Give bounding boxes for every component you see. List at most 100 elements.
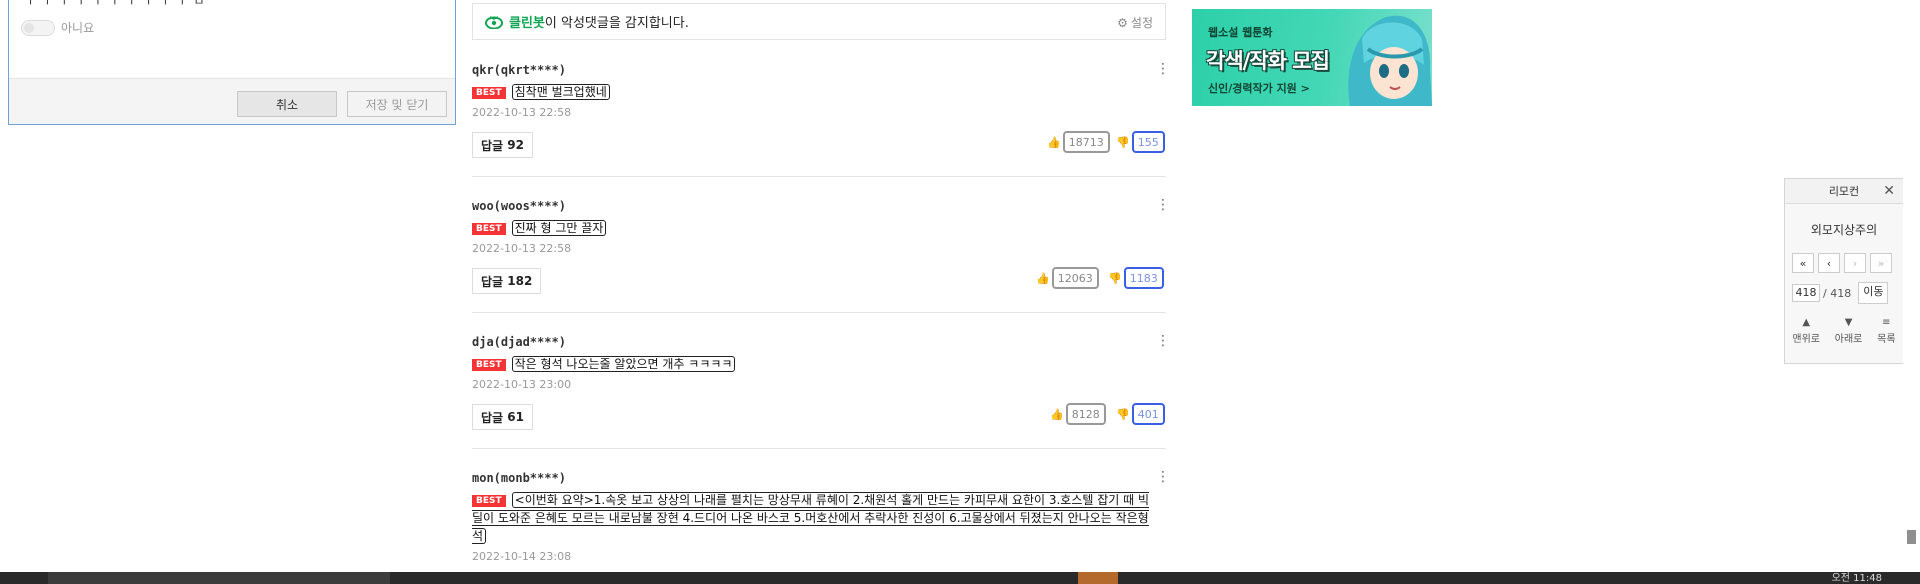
best-badge: BEST <box>472 86 506 99</box>
scrollbar-thumb[interactable] <box>1907 530 1916 544</box>
thumbs-up-icon: 👍 <box>1050 407 1064 421</box>
reply-label: 답글 <box>481 138 504 153</box>
reply-label: 답글 <box>481 410 504 425</box>
comment-text-row: BEST 진짜 형 그만 끌자 <box>472 219 1162 237</box>
like-button[interactable]: 👍 12063 <box>1036 265 1099 291</box>
remote-footer: ▲ 맨위로 ▼ 아래로 ≡ 목록 <box>1785 317 1903 345</box>
like-count: 12063 <box>1051 267 1099 289</box>
prev-episode-button[interactable]: ‹ <box>1818 253 1840 273</box>
dislike-count: 401 <box>1131 403 1165 425</box>
reply-count: 92 <box>507 138 524 152</box>
list-button[interactable]: ≡ 목록 <box>1877 317 1895 345</box>
comment-author[interactable]: mon(monb****) <box>472 471 566 485</box>
reply-label: 답글 <box>481 274 504 289</box>
ad-character-illustration <box>1348 15 1432 106</box>
comment-author[interactable]: woo(woos****) <box>472 199 566 213</box>
comment-text-row: BEST 침착맨 벌크업했네 <box>472 83 1162 101</box>
remote-header: 리모컨 ✕ <box>1785 179 1903 204</box>
cleanbot-brand: 클린봇 <box>509 16 545 31</box>
dislike-button[interactable]: 👎 155 <box>1116 129 1165 155</box>
toggle-row: 아니요 <box>21 19 94 36</box>
comment-author[interactable]: qkr(qkrt****) <box>472 63 566 77</box>
episode-total: / 418 <box>1823 286 1852 300</box>
remote-series-title[interactable]: 외모지상주의 <box>1785 221 1903 238</box>
like-count: 8128 <box>1065 403 1106 425</box>
comment-date: 2022-10-13 23:00 <box>472 378 572 391</box>
dislike-button[interactable]: 👎 1183 <box>1108 265 1164 291</box>
page-scrollbar[interactable] <box>1903 0 1920 572</box>
reply-button[interactable]: 답글 61 <box>472 404 533 430</box>
more-options-icon[interactable]: ⋮ <box>1156 334 1170 348</box>
toggle-switch[interactable] <box>21 19 55 36</box>
taskbar-clock: 오전 11:48 <box>1831 573 1882 584</box>
thumbs-down-icon: 👎 <box>1108 271 1122 285</box>
list-label: 목록 <box>1877 334 1896 345</box>
remote-page-jump: 418 / 418 이동 <box>1785 282 1903 304</box>
dislike-count: 155 <box>1131 131 1165 153</box>
last-episode-button[interactable]: » <box>1870 253 1892 273</box>
like-count: 18713 <box>1062 131 1110 153</box>
ad-headline: 각색/작화 모집 <box>1206 49 1330 73</box>
comment-date: 2022-10-14 23:08 <box>472 550 572 563</box>
taskbar-search-box[interactable] <box>48 572 390 584</box>
comment-author[interactable]: dja(djad****) <box>472 335 566 349</box>
like-button[interactable]: 👍 8128 <box>1050 401 1106 427</box>
comment-divider <box>472 176 1166 177</box>
toggle-label: 아니요 <box>61 21 95 35</box>
dialog-cut-text: ㅜ ㅜ ㅜ ㅜ ㅜ ㅜ ㅜ ㅜ ㅜ ㅜ ㅁ <box>25 0 206 8</box>
reply-button[interactable]: 답글 92 <box>472 132 533 158</box>
gear-icon: ⚙ <box>1117 15 1128 30</box>
ad-subtext: 신인/경력작가 지원 > <box>1208 82 1310 95</box>
remote-control-panel: 리모컨 ✕ 외모지상주의 « ‹ › » 418 / 418 이동 ▲ 맨위로 ▼… <box>1784 178 1904 364</box>
ad-banner[interactable]: 웹소설 웹툰화 각색/작화 모집 신인/경력작가 지원 > <box>1192 9 1432 106</box>
taskbar: 오전 11:48 <box>0 572 1920 584</box>
settings-dialog: ㅜ ㅜ ㅜ ㅜ ㅜ ㅜ ㅜ ㅜ ㅜ ㅜ ㅁ 아니요 취소 저장 및 닫기 <box>8 0 456 125</box>
scroll-bottom-label: 아래로 <box>1834 334 1863 345</box>
comment-text: 진짜 형 그만 끌자 <box>511 220 607 236</box>
comment-text-row: BEST 작은 형석 나오는줄 알았으면 개추 ㅋㅋㅋㅋ <box>472 355 1162 373</box>
cancel-button[interactable]: 취소 <box>237 91 337 117</box>
best-badge: BEST <box>472 358 506 371</box>
save-close-button[interactable]: 저장 및 닫기 <box>347 91 447 117</box>
cleanbot-icon <box>485 15 503 29</box>
caret-down-icon: ▼ <box>1844 317 1853 328</box>
cleanbot-message: 이 악성댓글을 감지합니다. <box>544 16 689 31</box>
remote-nav: « ‹ › » <box>1785 253 1903 273</box>
cleanbot-bar: 클린봇 이 악성댓글을 감지합니다. ⚙ 설정 <box>472 3 1166 40</box>
like-button[interactable]: 👍 18713 <box>1047 129 1110 155</box>
comment-date: 2022-10-13 22:58 <box>472 106 572 119</box>
close-icon[interactable]: ✕ <box>1883 183 1895 199</box>
first-episode-button[interactable]: « <box>1792 253 1814 273</box>
dislike-button[interactable]: 👎 401 <box>1116 401 1165 427</box>
scroll-top-button[interactable]: ▲ 맨위로 <box>1792 317 1820 345</box>
next-episode-button[interactable]: › <box>1844 253 1866 273</box>
dislike-count: 1183 <box>1123 267 1164 289</box>
toggle-knob <box>24 22 34 33</box>
taskbar-active-app[interactable] <box>1078 572 1118 584</box>
best-badge: BEST <box>472 494 506 507</box>
list-icon: ≡ <box>1882 317 1891 328</box>
comment-text: <이번화 요약>1.속옷 보고 상상의 나래를 펼치는 망상무새 류혜이 2.채… <box>472 492 1150 544</box>
more-options-icon[interactable]: ⋮ <box>1156 198 1170 212</box>
dialog-footer: 취소 저장 및 닫기 <box>9 78 455 124</box>
scroll-top-label: 맨위로 <box>1792 334 1820 345</box>
remote-header-title: 리모컨 <box>1828 185 1860 198</box>
comment-text: 침착맨 벌크업했네 <box>511 84 610 100</box>
ad-small-text: 웹소설 웹툰화 <box>1208 26 1273 39</box>
episode-number-input[interactable]: 418 <box>1792 284 1820 302</box>
thumbs-down-icon: 👎 <box>1116 407 1130 421</box>
cleanbot-settings-button[interactable]: ⚙ 설정 <box>1117 14 1153 31</box>
more-options-icon[interactable]: ⋮ <box>1156 470 1170 484</box>
best-badge: BEST <box>472 222 506 235</box>
thumbs-down-icon: 👎 <box>1116 135 1130 149</box>
comment-divider <box>472 448 1166 449</box>
reply-button[interactable]: 답글 182 <box>472 268 542 294</box>
comment-date: 2022-10-13 22:58 <box>472 242 572 255</box>
more-options-icon[interactable]: ⋮ <box>1156 62 1170 76</box>
comment-text: 작은 형석 나오는줄 알았으면 개추 ㅋㅋㅋㅋ <box>511 356 736 372</box>
scroll-bottom-button[interactable]: ▼ 아래로 <box>1835 317 1863 345</box>
go-button[interactable]: 이동 <box>1858 282 1889 304</box>
reply-count: 182 <box>507 274 533 288</box>
thumbs-up-icon: 👍 <box>1036 271 1050 285</box>
comment-text-row: BEST <이번화 요약>1.속옷 보고 상상의 나래를 펼치는 망상무새 류혜이… <box>472 491 1152 545</box>
